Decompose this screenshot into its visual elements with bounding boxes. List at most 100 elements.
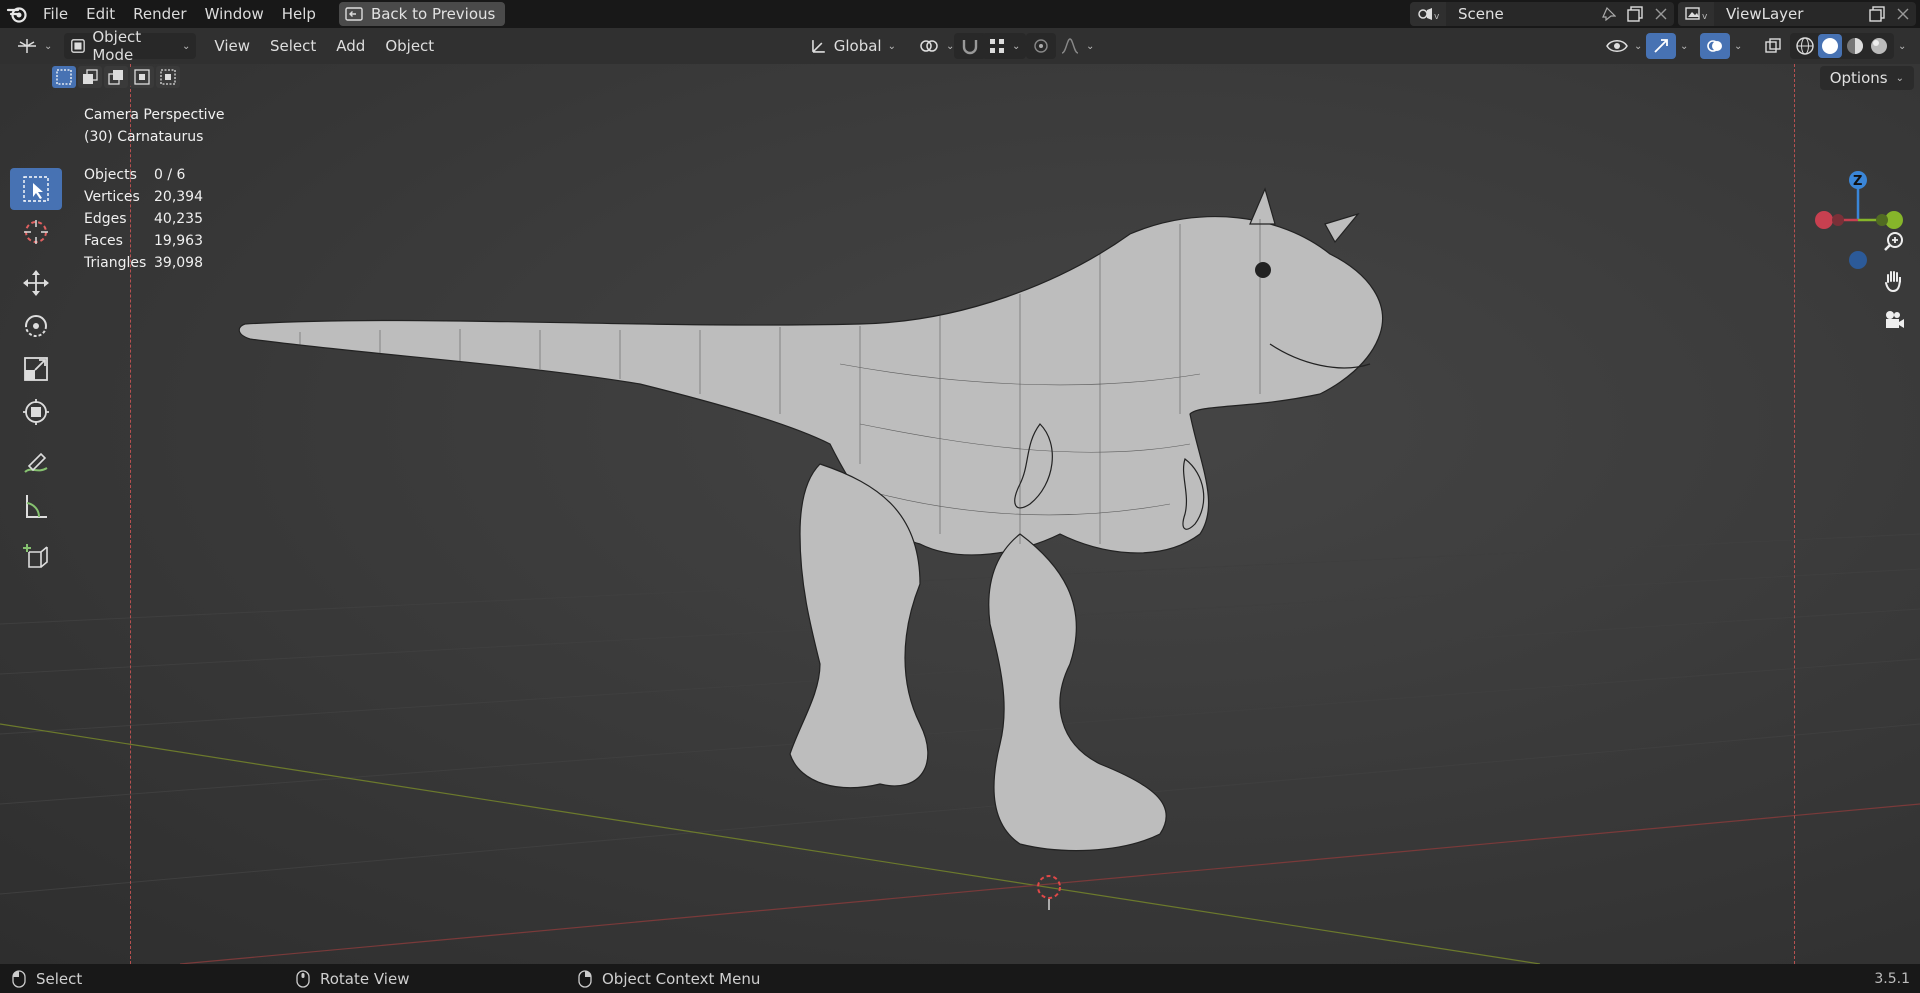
menu-object[interactable]: Object	[379, 33, 440, 59]
editor-type-button[interactable]: ⌄	[10, 33, 58, 59]
gizmo-axis-label: Z	[1853, 174, 1862, 189]
menu-view[interactable]: View	[208, 33, 256, 59]
stat-row-triangles: Triangles 39,098	[84, 252, 203, 274]
pin-icon[interactable]	[1596, 2, 1622, 26]
top-menu-bar: File Edit Render Window Help Back to Pre…	[0, 0, 1920, 28]
svg-text:v: v	[1702, 12, 1708, 22]
select-box-icon	[23, 176, 49, 202]
transform-orientation-dropdown[interactable]: Global ⌄	[804, 33, 902, 59]
measure-icon	[26, 495, 47, 518]
viewport-info: Camera Perspective (30) Carnataurus	[84, 104, 224, 148]
pan-button[interactable]	[1876, 263, 1912, 299]
scale-tool[interactable]	[10, 348, 62, 390]
proportional-edit-icon	[1034, 39, 1048, 53]
select-box-tool[interactable]	[10, 168, 62, 210]
status-select-hint: Select	[12, 970, 82, 988]
select-invert-icon[interactable]	[130, 66, 154, 88]
viewport-header: ⌄ Object Mode ⌄ View Select Add Object G…	[0, 28, 1920, 64]
blender-logo-icon[interactable]	[0, 0, 34, 28]
close-icon[interactable]	[1890, 2, 1916, 26]
snap-target-icon	[990, 39, 1004, 53]
carnotaurus-mesh	[238, 187, 1384, 852]
select-new-icon[interactable]	[52, 66, 76, 88]
cursor-tool[interactable]	[10, 211, 62, 253]
copy-icon[interactable]	[1622, 2, 1648, 26]
view-name: Camera Perspective	[84, 107, 225, 123]
back-to-previous-label: Back to Previous	[370, 5, 496, 23]
rotate-icon	[25, 315, 47, 337]
snap-icon	[962, 40, 978, 55]
overlay-toggle[interactable]	[1700, 33, 1730, 59]
scene-selector[interactable]: v Scene	[1410, 2, 1674, 26]
scene-name-field[interactable]: Scene	[1446, 5, 1596, 23]
falloff-curve-icon	[1061, 38, 1079, 54]
view-layer-icon[interactable]: v	[1678, 2, 1714, 26]
add-cube-icon	[23, 544, 48, 568]
rendered-shading-icon[interactable]	[1868, 35, 1890, 57]
scale-icon	[24, 357, 48, 381]
close-icon[interactable]	[1648, 2, 1674, 26]
editor-type-icon	[18, 39, 36, 53]
mouse-icon	[578, 969, 592, 988]
visibility-icon	[1606, 40, 1628, 52]
material-shading-icon[interactable]	[1844, 35, 1866, 57]
menu-help[interactable]: Help	[273, 0, 325, 28]
object-mode-icon	[71, 39, 86, 53]
visibility-dropdown[interactable]: ⌄	[1600, 33, 1648, 59]
view-layer-selector[interactable]: v ViewLayer	[1678, 2, 1916, 26]
solid-shading-icon[interactable]	[1818, 34, 1842, 58]
shading-dropdown[interactable]: ⌄	[1892, 33, 1912, 59]
menu-file[interactable]: File	[34, 0, 77, 28]
stat-label: Faces	[84, 233, 123, 249]
status-rotate-hint: Rotate View	[296, 970, 409, 988]
3d-cursor	[1037, 875, 1061, 910]
wireframe-shading-icon[interactable]	[1794, 35, 1816, 57]
transform-icon	[23, 399, 49, 425]
select-extend-icon[interactable]	[78, 66, 102, 88]
back-icon	[345, 7, 363, 21]
menu-render[interactable]: Render	[124, 0, 195, 28]
menu-window[interactable]: Window	[196, 0, 273, 28]
zoom-button[interactable]	[1876, 224, 1912, 260]
stat-label: Edges	[84, 211, 127, 227]
camera-view-button[interactable]	[1876, 302, 1912, 338]
add-cube-tool[interactable]	[10, 536, 62, 578]
measure-tool[interactable]	[10, 485, 62, 527]
proportional-edit-toggle[interactable]	[1026, 33, 1056, 59]
annotate-tool[interactable]	[10, 442, 62, 484]
xray-toggle[interactable]	[1758, 33, 1788, 59]
stat-value: 40,235	[154, 211, 203, 227]
options-dropdown[interactable]: Options ⌄	[1819, 66, 1914, 90]
transform-tool[interactable]	[10, 391, 62, 433]
zoom-icon	[1884, 232, 1903, 251]
transform-orientation-icon	[812, 40, 825, 53]
rotate-tool[interactable]	[10, 305, 62, 347]
stat-value: 39,098	[154, 255, 203, 271]
overlay-dropdown[interactable]: ⌄	[1728, 33, 1748, 59]
gizmo-toggle[interactable]	[1646, 33, 1676, 59]
gizmo-dropdown[interactable]: ⌄	[1674, 33, 1694, 59]
3d-viewport[interactable]: Camera Perspective (30) Carnataurus Obje…	[0, 64, 1920, 964]
move-tool[interactable]	[10, 262, 62, 304]
copy-icon[interactable]	[1864, 2, 1890, 26]
view-layer-name-field[interactable]: ViewLayer	[1714, 5, 1864, 23]
menu-add[interactable]: Add	[330, 33, 371, 59]
select-subtract-icon[interactable]	[104, 66, 128, 88]
select-intersect-icon[interactable]	[156, 66, 180, 88]
status-context-label: Object Context Menu	[602, 969, 761, 988]
falloff-dropdown[interactable]: ⌄	[1054, 33, 1100, 59]
object-mode-dropdown[interactable]: Object Mode ⌄	[64, 28, 197, 64]
menu-edit[interactable]: Edit	[77, 0, 124, 28]
stat-row-objects: Objects 0 / 6	[84, 164, 203, 186]
scene-icon[interactable]: v	[1410, 2, 1446, 26]
shading-mode-group	[1790, 33, 1894, 59]
menu-select[interactable]: Select	[264, 33, 322, 59]
back-to-previous-button[interactable]: Back to Previous	[338, 2, 506, 26]
stat-row-vertices: Vertices 20,394	[84, 186, 203, 208]
scene-statistics: Objects 0 / 6 Vertices 20,394 Edges 40,235 …	[84, 164, 203, 274]
stat-label: Objects	[84, 167, 137, 183]
stat-label: Triangles	[84, 255, 147, 271]
transform-orientation-label: Global	[833, 37, 882, 55]
active-object-name: (30) Carnataurus	[84, 129, 204, 145]
snap-target-dropdown[interactable]: ⌄	[982, 33, 1027, 59]
